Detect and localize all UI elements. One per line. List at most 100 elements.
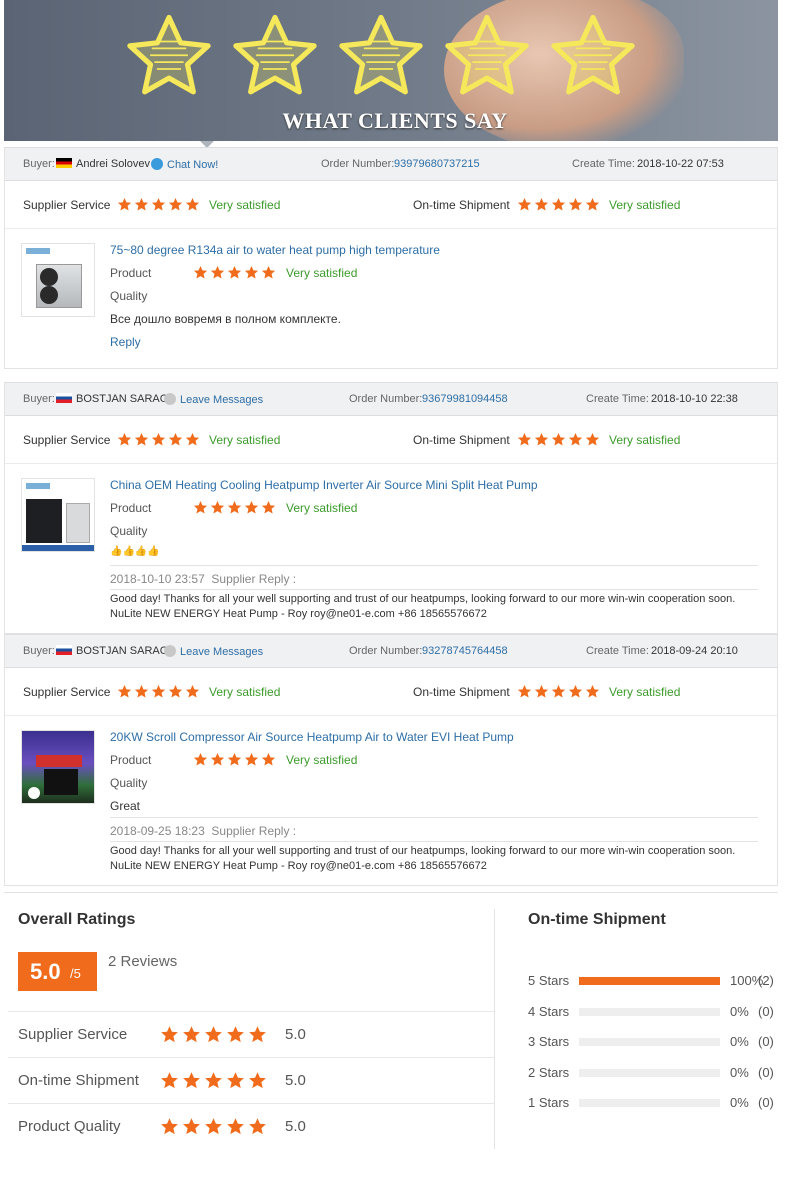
star-distribution-row: 3 Stars 0% (0) — [528, 1034, 778, 1050]
star-icon — [585, 684, 600, 699]
supplier-reply-meta: 2018-09-25 18:23 Supplier Reply : — [110, 824, 297, 838]
leave-messages-link[interactable]: Leave Messages — [164, 645, 263, 658]
create-time-label: Create Time: — [586, 393, 649, 405]
product-label: Product — [110, 501, 152, 515]
star-icon — [160, 1117, 179, 1136]
supplier-service-label: Supplier Service — [23, 433, 111, 447]
leave-messages-link[interactable]: Leave Messages — [164, 393, 263, 406]
star-icon — [585, 197, 600, 212]
chat-icon — [151, 158, 163, 170]
slovenia-flag-icon — [56, 393, 72, 403]
star-icon — [117, 432, 132, 447]
germany-flag-icon — [56, 158, 72, 168]
reviews-count: 2 Reviews — [108, 953, 178, 970]
star-icon — [551, 197, 566, 212]
service-ratings-row: Supplier Service Very satisfied On-time … — [5, 181, 777, 229]
banner-star-icon — [232, 14, 318, 100]
review-header: Buyer: Andrei Solovev Chat Now! Order Nu… — [5, 147, 777, 181]
category-score: 5.0 — [285, 1072, 306, 1089]
product-thumbnail[interactable] — [21, 478, 95, 552]
star-icon — [248, 1025, 267, 1044]
star-icon — [193, 265, 208, 280]
ontime-shipment-label: On-time Shipment — [413, 198, 510, 212]
distribution-count: (2) — [758, 973, 774, 988]
buyer-name: BOSTJAN SARAC — [76, 645, 168, 657]
order-number-label: Order Number: — [321, 158, 395, 170]
product-thumbnail[interactable] — [21, 243, 95, 317]
product-title-link[interactable]: 75~80 degree R134a air to water heat pum… — [110, 243, 440, 257]
star-icon — [151, 432, 166, 447]
star-icon — [244, 265, 259, 280]
category-stars — [160, 1117, 267, 1136]
banner-star-icon — [338, 14, 424, 100]
product-title-link[interactable]: China OEM Heating Cooling Heatpump Inver… — [110, 478, 538, 492]
chat-now-link[interactable]: Chat Now! — [151, 158, 218, 171]
star-icon — [182, 1117, 201, 1136]
product-thumbnail[interactable] — [21, 730, 95, 804]
supplier-reply-meta: 2018-10-10 23:57 Supplier Reply : — [110, 572, 297, 586]
category-label: On-time Shipment — [18, 1072, 139, 1089]
ontime-shipment-stars — [517, 197, 600, 212]
divider — [110, 589, 758, 590]
supplier-service-stars — [117, 197, 200, 212]
product-rating: Very satisfied — [286, 266, 358, 280]
star-icon — [117, 197, 132, 212]
category-rating-row: Product Quality 5.0 — [8, 1103, 494, 1149]
order-number-label: Order Number: — [349, 645, 423, 657]
order-number-link[interactable]: 93679981094458 — [422, 393, 508, 405]
order-number-link[interactable]: 93278745764458 — [422, 645, 508, 657]
create-time-value: 2018-10-22 07:53 — [637, 158, 724, 170]
supplier-service-stars — [117, 684, 200, 699]
order-number-label: Order Number: — [349, 393, 423, 405]
message-icon — [164, 645, 176, 657]
distribution-percent: 0% — [730, 1034, 749, 1049]
quality-label: Quality — [110, 524, 148, 538]
overall-score-suffix: /5 — [70, 966, 81, 981]
star-icon — [117, 684, 132, 699]
supplier-reply-text: Good day! Thanks for all your well suppo… — [110, 845, 736, 872]
star-icon — [585, 432, 600, 447]
message-icon — [164, 393, 176, 405]
supplier-service-label: Supplier Service — [23, 685, 111, 699]
banner-star-icon — [126, 14, 212, 100]
star-level-label: 3 Stars — [528, 1034, 570, 1049]
star-icon — [248, 1071, 267, 1090]
star-icon — [204, 1071, 223, 1090]
create-time-label: Create Time: — [572, 158, 635, 170]
star-icon — [227, 752, 242, 767]
product-rating: Very satisfied — [286, 501, 358, 515]
star-icon — [210, 752, 225, 767]
star-icon — [551, 432, 566, 447]
buyer-name: Andrei Solovev — [76, 158, 150, 170]
distribution-bar-fill — [579, 977, 720, 985]
product-stars — [193, 265, 276, 280]
category-label: Supplier Service — [18, 1026, 128, 1043]
distribution-bar — [579, 1007, 720, 1016]
star-icon — [160, 1025, 179, 1044]
ontime-shipment-rating: Very satisfied — [609, 198, 681, 212]
order-number-link[interactable]: 93979680737215 — [394, 158, 480, 170]
star-level-label: 4 Stars — [528, 1003, 570, 1019]
product-stars — [193, 500, 276, 515]
ontime-shipment-stars — [517, 432, 600, 447]
overall-score-badge: 5.0 /5 — [18, 952, 97, 991]
distribution-percent: 0% — [730, 1064, 749, 1080]
slovenia-flag-icon — [56, 645, 72, 655]
supplier-service-stars — [117, 432, 200, 447]
category-rating-row: On-time Shipment 5.0 — [8, 1057, 494, 1103]
review-comment: 👍👍👍👍 — [110, 546, 160, 557]
star-icon — [151, 197, 166, 212]
star-icon — [568, 197, 583, 212]
star-icon — [182, 1071, 201, 1090]
category-stars — [160, 1071, 267, 1090]
quality-label: Quality — [110, 289, 148, 303]
star-icon — [168, 197, 183, 212]
star-icon — [210, 500, 225, 515]
product-title-link[interactable]: 20KW Scroll Compressor Air Source Heatpu… — [110, 730, 514, 744]
review-card: Buyer: BOSTJAN SARAC Leave Messages Orde… — [4, 634, 778, 886]
distribution-percent: 0% — [730, 1095, 749, 1110]
distribution-count: (0) — [758, 1003, 774, 1019]
reply-link[interactable]: Reply — [110, 335, 141, 349]
star-level-label: 1 Stars — [528, 1095, 570, 1110]
buyer-label: Buyer: — [23, 393, 55, 405]
